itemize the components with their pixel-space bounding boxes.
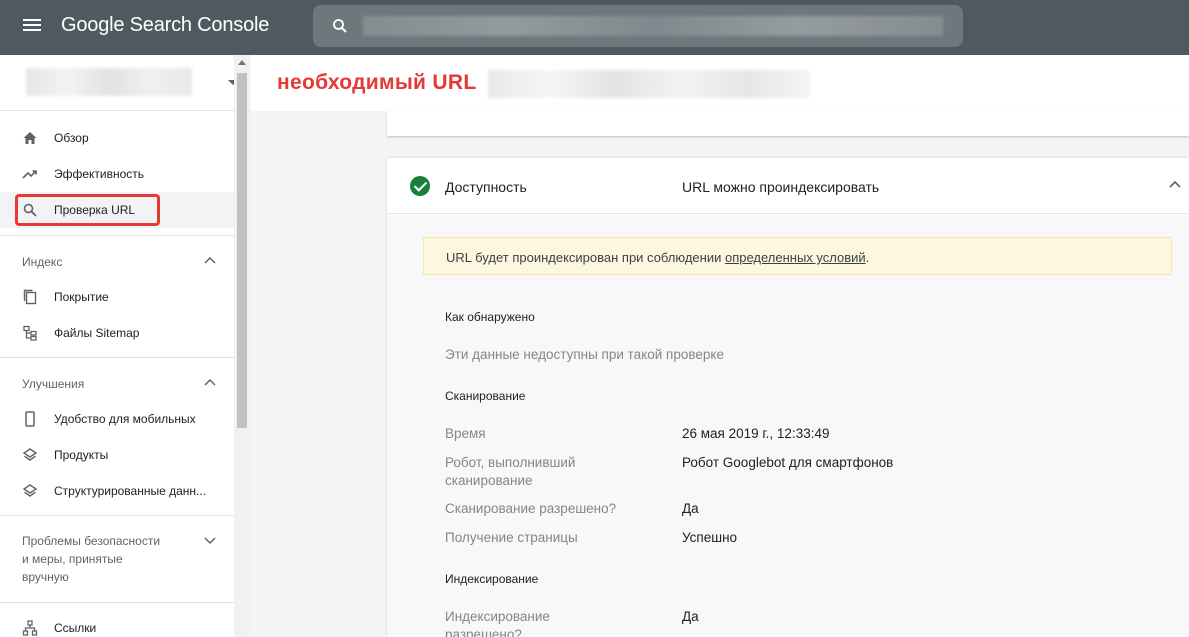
app-title: Google Search Console bbox=[61, 14, 270, 36]
top-app-bar: Google Search Console bbox=[0, 0, 1189, 55]
discovery-heading: Как обнаружено bbox=[445, 310, 535, 324]
menu-icon[interactable] bbox=[22, 17, 42, 37]
conditions-link[interactable]: определенных условий bbox=[725, 250, 866, 265]
crawl-key-allowed: Сканирование разрешено? bbox=[445, 501, 617, 516]
redacted-url bbox=[488, 70, 810, 98]
section-header-index[interactable]: Индекс bbox=[0, 243, 234, 279]
indexing-heading: Индексирование bbox=[445, 572, 539, 586]
sidebar-item-label: Обзор bbox=[54, 131, 89, 145]
redacted-search-text bbox=[363, 16, 943, 36]
file-copy-icon bbox=[23, 289, 37, 305]
section-header-enhancements[interactable]: Улучшения bbox=[0, 365, 234, 401]
layers-icon bbox=[22, 484, 38, 497]
sidebar-item-label: Эффективность bbox=[54, 167, 145, 181]
sidebar-item-label: Продукты bbox=[54, 448, 109, 462]
sidebar-item-structured-data[interactable]: Структурированные данн... bbox=[0, 473, 234, 509]
crawl-key-time: Время bbox=[445, 426, 486, 441]
divider bbox=[0, 235, 234, 236]
divider bbox=[0, 602, 234, 603]
divider bbox=[0, 357, 234, 358]
card-title: Доступность bbox=[445, 179, 527, 195]
crawl-heading: Сканирование bbox=[445, 389, 526, 403]
coverage-card: Доступность URL можно проиндексировать U… bbox=[387, 158, 1189, 637]
trending-up-icon bbox=[22, 170, 37, 179]
sidebar-item-label: Файлы Sitemap bbox=[54, 326, 140, 340]
section-header-security[interactable]: Проблемы безопасности и меры, принятые в… bbox=[0, 523, 234, 595]
inspected-url-title: необходимый URL bbox=[277, 71, 477, 94]
sidebar-item-label: Покрытие bbox=[54, 290, 109, 304]
sidebar-item-performance[interactable]: Эффективность bbox=[0, 156, 234, 192]
layers-icon bbox=[22, 448, 38, 461]
scrollbar-thumb[interactable] bbox=[237, 73, 247, 428]
notice-text-before: URL будет проиндексирован при соблюдении bbox=[446, 250, 725, 265]
previous-card bbox=[387, 111, 1189, 136]
crawl-key-crawler-line2: сканирование bbox=[445, 473, 533, 488]
home-icon bbox=[23, 132, 37, 144]
crawl-key-fetch: Получение страницы bbox=[445, 530, 578, 545]
indexing-key-allowed-line2: разрешено? bbox=[445, 627, 522, 637]
section-label: Улучшения bbox=[22, 377, 85, 391]
section-label: Индекс bbox=[22, 255, 63, 269]
indexing-key-allowed-line1: Индексирование bbox=[445, 609, 550, 624]
search-icon bbox=[333, 19, 347, 33]
sidebar-item-coverage[interactable]: Покрытие bbox=[0, 279, 234, 315]
crawl-value-time: 26 мая 2019 г., 12:33:49 bbox=[682, 426, 830, 441]
phone-icon bbox=[25, 411, 35, 427]
sidebar-item-label: Структурированные данн... bbox=[54, 484, 207, 498]
sidebar: Обзор Эффективность Проверка URL Индекс … bbox=[0, 55, 250, 637]
chevron-up-icon bbox=[204, 378, 216, 386]
indexing-notice: URL будет проиндексирован при соблюдении… bbox=[423, 237, 1172, 275]
chevron-down-icon bbox=[204, 537, 216, 545]
highlight-annotation bbox=[15, 194, 160, 226]
sidebar-item-links[interactable]: Ссылки bbox=[0, 610, 234, 637]
section-label-line: вручную bbox=[22, 570, 69, 584]
crawl-value-fetch: Успешно bbox=[682, 530, 738, 545]
section-label-line: Проблемы безопасности bbox=[22, 534, 161, 548]
sidebar-scrollbar[interactable] bbox=[234, 55, 250, 637]
crawl-value-crawler: Робот Googlebot для смартфонов bbox=[682, 455, 894, 470]
sitemap-icon bbox=[23, 325, 37, 341]
links-icon bbox=[22, 620, 38, 636]
section-label-line: и меры, принятые bbox=[22, 552, 123, 566]
notice-text: URL будет проиндексирован при соблюдении… bbox=[446, 250, 869, 265]
check-circle-icon bbox=[410, 176, 430, 196]
divider bbox=[0, 515, 234, 516]
sidebar-item-sitemaps[interactable]: Файлы Sitemap bbox=[0, 315, 234, 351]
coverage-card-header[interactable]: Доступность URL можно проиндексировать bbox=[387, 158, 1189, 214]
sidebar-item-label: Удобство для мобильных bbox=[54, 412, 196, 426]
property-selector[interactable] bbox=[0, 55, 250, 111]
discovery-note: Эти данные недоступны при такой проверке bbox=[445, 347, 724, 362]
crawl-key-crawler-line1: Робот, выполнивший bbox=[445, 455, 576, 470]
search-input[interactable] bbox=[313, 5, 963, 47]
scroll-up-icon[interactable] bbox=[238, 60, 246, 65]
chevron-up-icon[interactable] bbox=[1169, 180, 1181, 188]
sidebar-item-overview[interactable]: Обзор bbox=[0, 120, 234, 156]
sidebar-item-products[interactable]: Продукты bbox=[0, 437, 234, 473]
sidebar-item-label: Ссылки bbox=[54, 621, 97, 635]
chevron-up-icon bbox=[204, 256, 216, 264]
notice-text-after: . bbox=[865, 250, 870, 265]
redacted-property-name bbox=[26, 68, 192, 96]
coverage-card-body: URL будет проиндексирован при соблюдении… bbox=[387, 215, 1189, 637]
crawl-value-allowed: Да bbox=[682, 501, 699, 516]
indexing-value-allowed: Да bbox=[682, 609, 699, 624]
card-status: URL можно проиндексировать bbox=[682, 179, 880, 195]
sidebar-item-mobile-usability[interactable]: Удобство для мобильных bbox=[0, 401, 234, 437]
